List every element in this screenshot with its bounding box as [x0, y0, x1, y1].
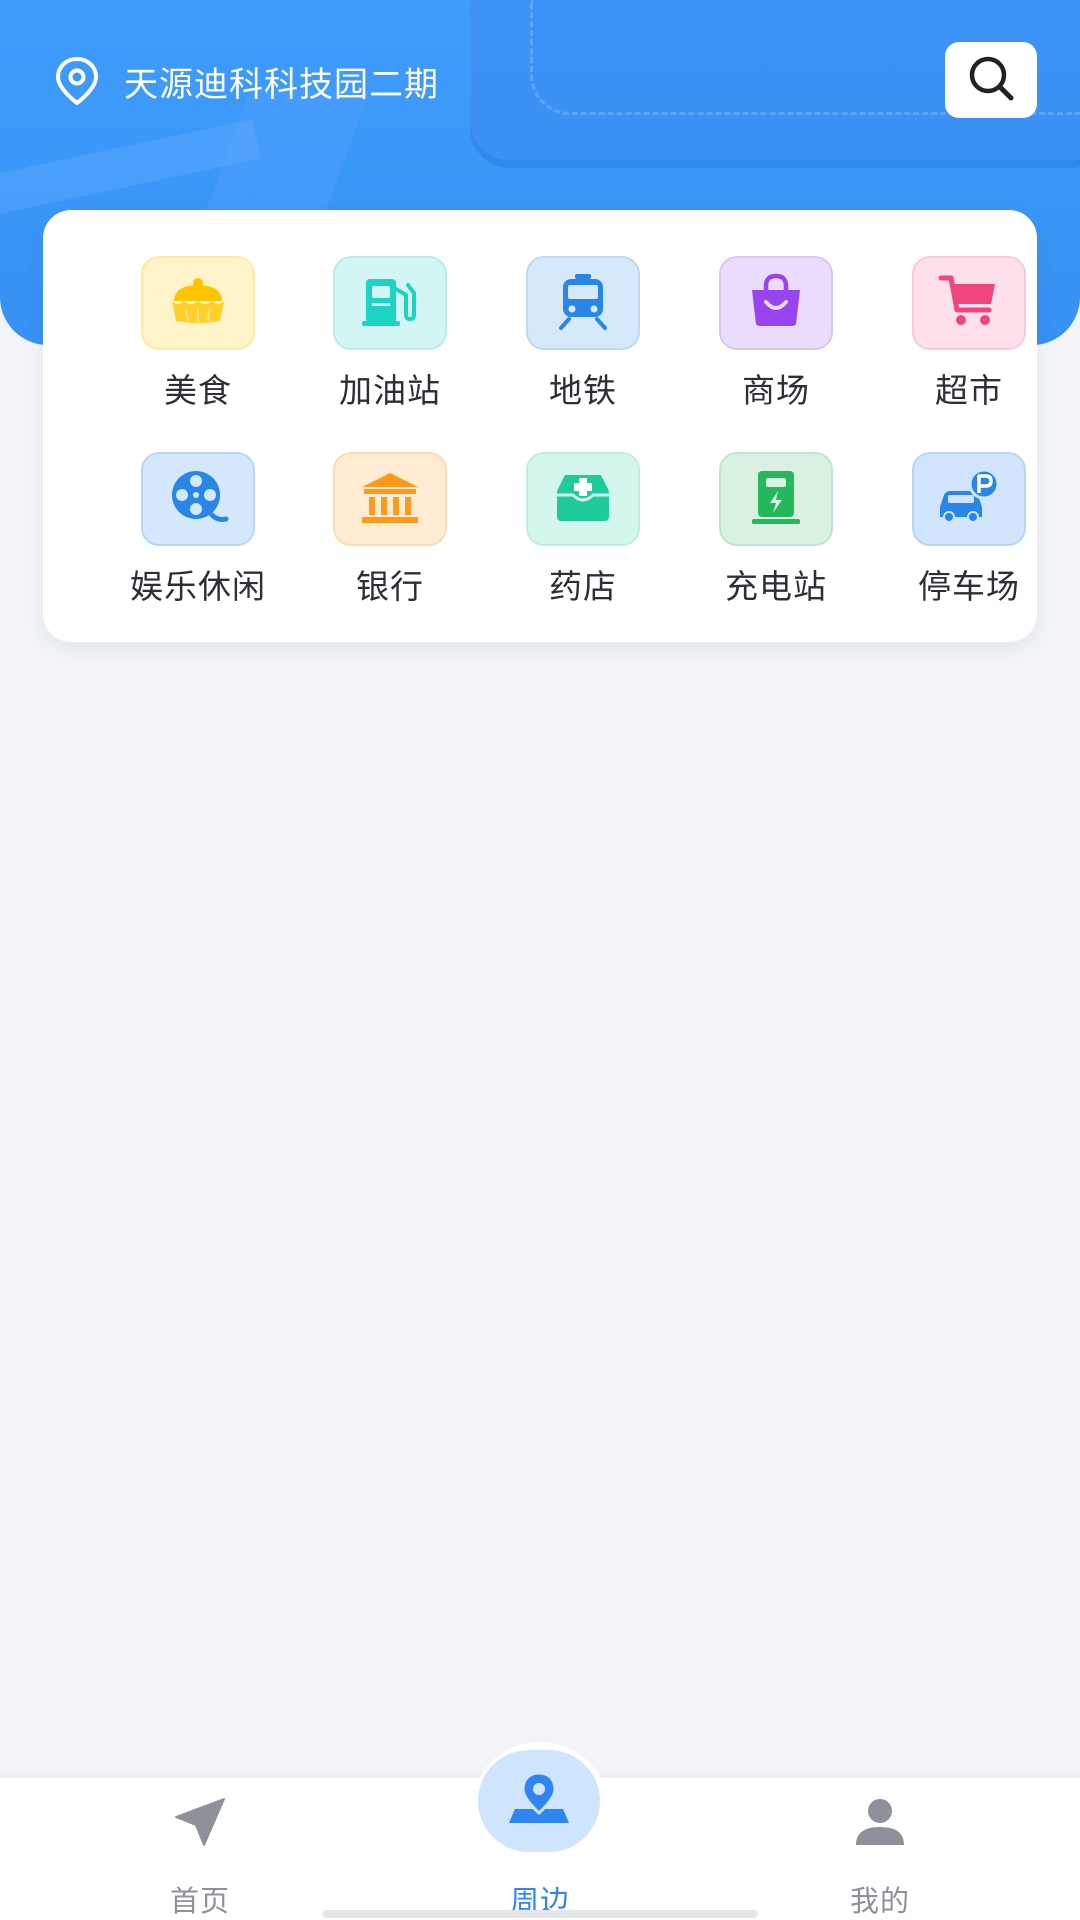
category-mall[interactable]: 商场	[681, 256, 871, 412]
category-tile	[912, 452, 1026, 546]
category-tile	[912, 256, 1026, 350]
charging-station-icon	[746, 467, 806, 531]
category-label: 娱乐休闲	[130, 567, 266, 606]
category-tile	[333, 452, 447, 546]
category-bank[interactable]: 银行	[295, 452, 485, 608]
search-icon	[965, 52, 1017, 108]
category-tile	[719, 256, 833, 350]
category-label: 停车场	[918, 567, 1020, 606]
gas-station-icon	[360, 273, 420, 333]
parking-car-icon	[936, 467, 1002, 531]
category-label: 银行	[356, 567, 424, 606]
category-pharmacy[interactable]: 药店	[488, 452, 678, 608]
category-label: 加油站	[339, 371, 441, 410]
category-tile	[141, 256, 255, 350]
bank-icon	[358, 469, 422, 529]
navigation-arrow-icon	[170, 1788, 230, 1858]
shopping-bag-icon	[746, 272, 806, 334]
category-label: 美食	[164, 371, 232, 410]
location-name: 天源迪科科技园二期	[124, 64, 439, 105]
category-tile	[141, 452, 255, 546]
user-profile-icon	[850, 1788, 910, 1858]
category-label: 超市	[935, 371, 1003, 410]
category-parking[interactable]: 停车场	[874, 452, 1064, 608]
category-label: 药店	[549, 567, 617, 606]
food-cake-icon	[166, 271, 230, 335]
category-label: 商场	[742, 371, 810, 410]
film-reel-icon	[166, 467, 230, 531]
category-food[interactable]: 美食	[103, 256, 293, 412]
category-label: 地铁	[549, 371, 617, 410]
home-indicator	[322, 1910, 758, 1918]
current-location[interactable]: 天源迪科科技园二期	[50, 53, 439, 109]
search-button[interactable]	[945, 42, 1037, 118]
category-entertainment[interactable]: 娱乐休闲	[103, 452, 293, 608]
category-gas-station[interactable]: 加油站	[295, 256, 485, 412]
tab-label: 首页	[169, 1884, 230, 1918]
category-tile	[526, 256, 640, 350]
tab-profile[interactable]: 我的	[780, 1778, 980, 1920]
category-tile	[719, 452, 833, 546]
tab-home[interactable]: 首页	[100, 1778, 300, 1920]
medicine-box-icon	[553, 469, 613, 529]
category-charging-station[interactable]: 充电站	[681, 452, 871, 608]
shopping-cart-icon	[937, 272, 1001, 334]
category-supermarket[interactable]: 超市	[874, 256, 1064, 412]
category-tile	[333, 256, 447, 350]
location-pin-icon	[50, 54, 104, 108]
category-card: 美食 加油站 地铁 商场 超市 娱乐休闲 银行 药店 充电站 停车场	[43, 210, 1037, 642]
tab-nearby[interactable]: 周边	[440, 1778, 640, 1920]
subway-train-icon	[553, 271, 613, 335]
category-tile	[526, 452, 640, 546]
tab-label: 我的	[849, 1884, 910, 1918]
category-subway[interactable]: 地铁	[488, 256, 678, 412]
category-label: 充电站	[725, 567, 827, 606]
